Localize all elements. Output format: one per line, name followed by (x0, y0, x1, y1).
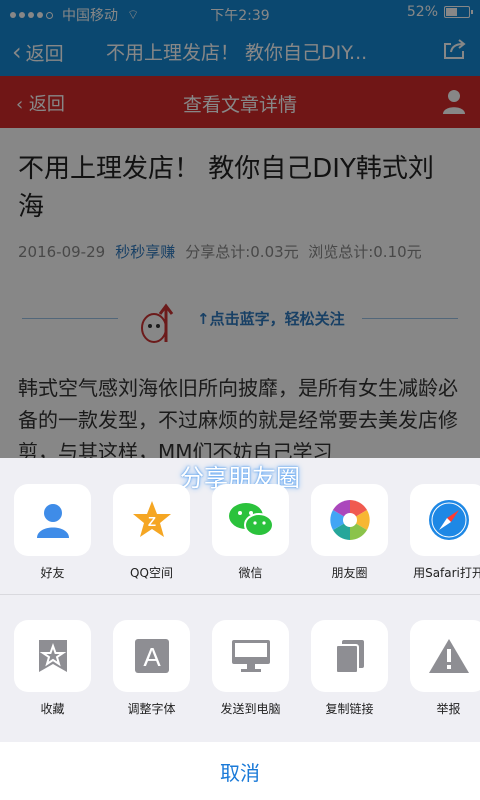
action-favorite[interactable]: 收藏 (14, 620, 91, 717)
action-favorite-label: 收藏 (40, 702, 65, 716)
action-font-size-label: 调整字体 (127, 702, 176, 716)
moments-shutter-icon (329, 500, 370, 540)
wechat-icon (228, 503, 274, 537)
action-report-label: 举报 (436, 702, 461, 716)
action-send-to-pc[interactable]: 发送到电脑 (212, 620, 289, 717)
share-qzone-label: QQ空间 (130, 566, 173, 580)
font-a-icon: A (134, 639, 169, 673)
actions-row: 收藏 A 调整字体 发送到电脑 复制链接 举报 (14, 620, 480, 717)
action-font-size[interactable]: A 调整字体 (113, 620, 190, 717)
qzone-star-icon: Z (132, 501, 171, 537)
action-copy-link-label: 复制链接 (325, 702, 374, 716)
share-qq-friend-label: 好友 (40, 566, 65, 580)
copy-icon (334, 640, 364, 674)
monitor-icon (231, 640, 270, 672)
bookmark-star-icon (38, 640, 67, 672)
svg-text:Z: Z (148, 514, 156, 529)
share-qzone[interactable]: Z QQ空间 (113, 484, 190, 581)
share-wechat-label: 微信 (238, 566, 263, 580)
share-targets-row: 好友 Z QQ空间 微信 朋友圈 用Safari打开 (14, 484, 480, 581)
action-report[interactable]: 举报 (410, 620, 480, 717)
safari-compass-icon (428, 500, 469, 540)
share-sheet: 分享朋友圈 好友 Z QQ空间 微信 朋友圈 用Safari打开 收藏 A 调整… (0, 458, 480, 800)
action-send-to-pc-label: 发送到电脑 (220, 702, 281, 716)
open-in-safari[interactable]: 用Safari打开 (410, 484, 480, 581)
share-moments[interactable]: 朋友圈 (311, 484, 388, 581)
share-moments-label: 朋友圈 (331, 566, 368, 580)
qq-friend-icon (36, 504, 69, 538)
share-qq-friend[interactable]: 好友 (14, 484, 91, 581)
share-sheet-divider (0, 594, 480, 595)
action-copy-link[interactable]: 复制链接 (311, 620, 388, 717)
open-in-safari-label: 用Safari打开 (413, 566, 480, 580)
cancel-button[interactable]: 取消 (0, 742, 480, 800)
svg-text:A: A (143, 642, 161, 672)
warning-icon (428, 639, 469, 673)
share-wechat[interactable]: 微信 (212, 484, 289, 581)
